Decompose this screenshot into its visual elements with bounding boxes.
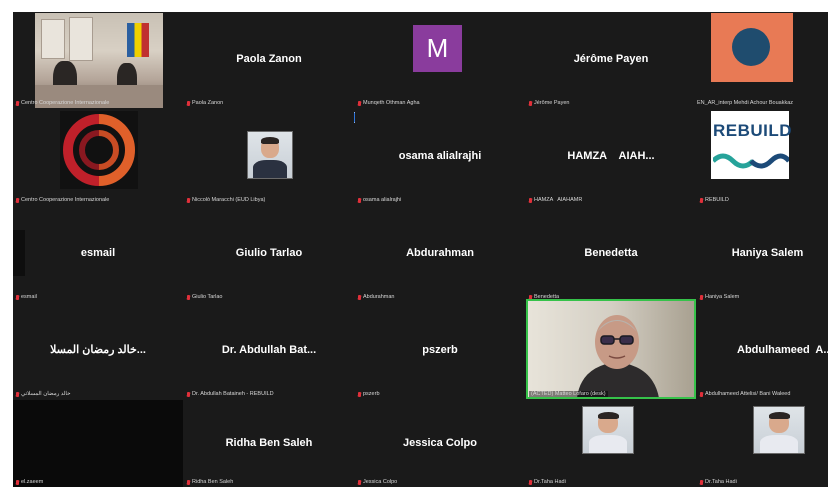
active-speaker-tile[interactable]: (ACTED) Matteo Lofaro (desk) [526,299,696,399]
participant-name: Benedetta [584,246,638,259]
participant-label: pszerb [358,391,380,397]
participant-name: Paola Zanon [236,52,302,65]
participant-tile[interactable]: HAMZA AIAH... HAMZA AIAHAMR [526,109,696,205]
participant-label: خالد رمضان المسلاتي [16,391,70,397]
participant-label: Paola Zanon [187,100,223,106]
participant-label: el.zaeem [16,479,43,485]
muted-mic-icon [187,100,190,106]
participant-tile[interactable]: pszerb pszerb [355,303,525,399]
participant-tile[interactable]: Dr. Abdullah Bat... Dr. Abdullah Bataine… [184,303,354,399]
room-video [35,13,163,108]
participant-label: Abdurahman [358,294,395,300]
muted-mic-icon [700,391,703,397]
participant-name: Abdurahman [406,246,474,259]
participant-tile[interactable]: Centro Cooperazione Internazionale [13,12,183,108]
participant-tile[interactable]: Dr.Taha Hadi [697,400,828,487]
muted-mic-icon [529,197,532,203]
muted-mic-icon [700,479,703,485]
participant-name: esmail [80,246,116,259]
participant-tile[interactable]: el.zaeem [13,400,183,487]
participant-tile[interactable]: REBUILD REBUILD [697,109,828,205]
muted-mic-icon [358,100,361,106]
participant-label: Jérôme Payen [529,100,569,106]
participant-tile[interactable]: Haniya Salem Haniya Salem [697,206,828,302]
participant-name: Giulio Tarlao [235,246,303,259]
muted-mic-icon [187,391,190,397]
participant-name: osama alialrajhi [398,149,482,162]
avatar: M [413,25,462,72]
participant-photo [247,131,293,179]
ring-logo [60,111,138,189]
participant-tile[interactable]: EN_AR_interp Mehdi Achour Bouakkaz [697,12,828,108]
participant-label: Abdulhameed Attelisi/ Bani Waleed [700,391,790,397]
participant-tile[interactable]: Abdurahman Abdurahman [355,206,525,302]
participant-photo [582,406,634,454]
participant-label: esmail [16,294,37,300]
logo-text: REBUILD [713,121,793,140]
muted-mic-icon [16,479,19,485]
rebuild-logo: REBUILD [711,111,793,179]
participant-label: HAMZA AIAHAMR [529,197,582,203]
video-gallery: Centro Cooperazione Internazionale Paola… [13,12,828,487]
muted-mic-icon [358,294,361,300]
muted-mic-icon [700,294,703,300]
participant-label: Centro Cooperazione Internazionale [16,100,109,106]
participant-name: Abdulhameed A... [737,343,828,356]
muted-mic-icon [16,391,19,397]
participant-name: Ridha Ben Saleh [225,436,313,449]
muted-mic-icon [358,197,361,203]
muted-mic-icon [16,294,19,300]
participant-name: Dr. Abdullah Bat... [221,343,317,356]
participant-label: Munqeth Othman Agha [358,100,420,106]
participant-name: Jérôme Payen [573,52,649,65]
participant-tile[interactable]: Dr.Taha Hadi [526,400,696,487]
active-speaker-highlight [526,299,696,399]
participant-label: osama alialrajhi [358,197,401,203]
muted-mic-icon [529,479,532,485]
participant-tile[interactable]: Centro Cooperazione Internazionale [13,109,183,205]
participant-tile[interactable]: ...خالد رمضان المسلا خالد رمضان المسلاتي [13,303,183,399]
participant-label: Dr.Taha Hadi [700,479,737,485]
muted-mic-icon [187,479,190,485]
participant-tile[interactable]: M Munqeth Othman Agha [355,12,525,108]
participant-label: Dr. Abdullah Bataineh - REBUILD [187,391,274,397]
muted-mic-icon [529,100,532,106]
participant-label: (ACTED) Matteo Lofaro (desk) [529,391,608,397]
muted-mic-icon [187,197,190,203]
participant-photo [753,406,805,454]
muted-mic-icon [358,479,361,485]
participant-tile[interactable]: osama alialrajhi osama alialrajhi [355,109,525,205]
participant-name: Haniya Salem [731,246,804,259]
participant-name: pszerb [422,343,458,356]
participant-label: Ridha Ben Saleh [187,479,233,485]
participant-name: ...خالد رمضان المسلا [50,344,146,357]
participant-tile[interactable]: Jessica Colpo Jessica Colpo [355,400,525,487]
participant-label: Haniya Salem [700,294,739,300]
participant-tile[interactable]: Jérôme Payen Jérôme Payen [526,12,696,108]
participant-name: HAMZA AIAH... [567,149,655,162]
muted-mic-icon [700,197,703,203]
participant-tile[interactable]: Ridha Ben Saleh Ridha Ben Saleh [184,400,354,487]
participant-tile[interactable]: Benedetta Benedetta [526,206,696,302]
participant-label: REBUILD [700,197,729,203]
participant-label: Jessica Colpo [358,479,397,485]
participant-name: Jessica Colpo [403,436,477,449]
participant-tile[interactable]: esmail esmail [13,206,183,302]
muted-mic-icon [187,294,190,300]
muted-mic-icon [16,100,19,106]
participant-tile[interactable]: Paola Zanon Paola Zanon [184,12,354,108]
participant-label: Dr.Taha Hadi [529,479,566,485]
participant-tile[interactable]: Niccolò Maracchi (EUD Libya) [184,109,354,205]
participant-label: Niccolò Maracchi (EUD Libya) [187,197,265,203]
muted-mic-icon [16,197,19,203]
participant-tile[interactable]: Giulio Tarlao Giulio Tarlao [184,206,354,302]
orange-circle-logo [711,13,793,82]
participant-tile[interactable]: Abdulhameed A... Abdulhameed Attelisi/ B… [697,303,828,399]
participant-label: EN_AR_interp Mehdi Achour Bouakkaz [697,100,793,106]
participant-label: Giulio Tarlao [187,294,222,300]
participant-label: Centro Cooperazione Internazionale [16,197,109,203]
muted-mic-icon [358,391,361,397]
